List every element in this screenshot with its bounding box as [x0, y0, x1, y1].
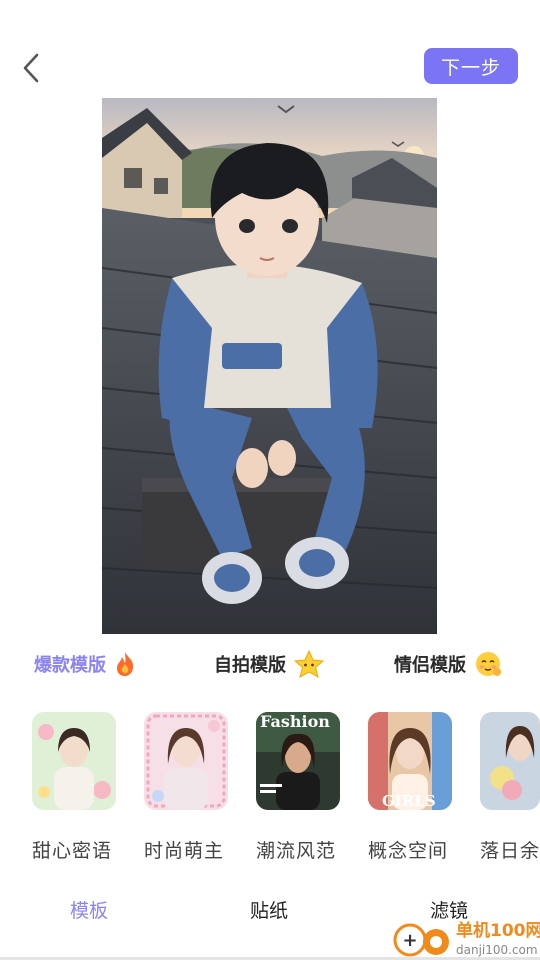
template-carousel: 甜心密语 时尚萌主 Fashion 潮流风范 GIRLS 概念空间 落日余 [0, 712, 540, 872]
category-row: 爆款模版 自拍模版 情侣模版 [0, 646, 540, 682]
template-thumbnail [32, 712, 116, 810]
template-thumb-text: GIRLS [382, 792, 436, 810]
template-name: 潮流风范 [256, 840, 337, 862]
template-thumbnail [480, 712, 540, 810]
category-label: 爆款模版 [34, 655, 106, 676]
fire-icon [117, 652, 134, 676]
category-hot-templates[interactable]: 爆款模版 [34, 646, 136, 682]
template-thumb-text: Fashion [260, 712, 330, 731]
template-card[interactable]: GIRLS 概念空间 [368, 712, 468, 863]
top-bar: 下一步 [0, 0, 540, 100]
watermark-name: 单机100网 [456, 920, 540, 941]
template-name: 落日余 [480, 840, 540, 862]
svg-text:+: + [402, 930, 417, 951]
category-label: 情侣模版 [394, 655, 466, 676]
template-card[interactable]: 落日余 [480, 712, 540, 863]
next-step-button[interactable]: 下一步 [424, 48, 518, 84]
template-name: 甜心密语 [32, 840, 113, 862]
watermark-url: danji100.com [456, 943, 538, 957]
template-card[interactable]: 时尚萌主 [144, 712, 244, 863]
template-name: 时尚萌主 [144, 840, 225, 862]
tab-templates[interactable]: 模板 [70, 896, 108, 923]
site-watermark-logo: + 单机100网 danji100.com [388, 912, 540, 960]
template-card[interactable]: Fashion 潮流风范 [256, 712, 356, 863]
template-thumbnail: Fashion [256, 712, 340, 810]
tab-stickers[interactable]: 贴纸 [250, 896, 288, 923]
template-card[interactable]: 甜心密语 [32, 712, 132, 863]
category-label: 自拍模版 [214, 655, 286, 676]
star-icon [294, 650, 324, 678]
main-photo [102, 98, 437, 634]
template-thumbnail [144, 712, 228, 810]
chevron-left-icon [23, 53, 39, 83]
category-couple-templates[interactable]: 情侣模版 [394, 646, 502, 682]
smiling-face-icon [476, 652, 501, 676]
template-thumbnail: GIRLS [368, 712, 452, 810]
back-button[interactable] [14, 48, 48, 88]
template-name: 概念空间 [368, 840, 449, 862]
category-selfie-templates[interactable]: 自拍模版 [214, 646, 324, 682]
